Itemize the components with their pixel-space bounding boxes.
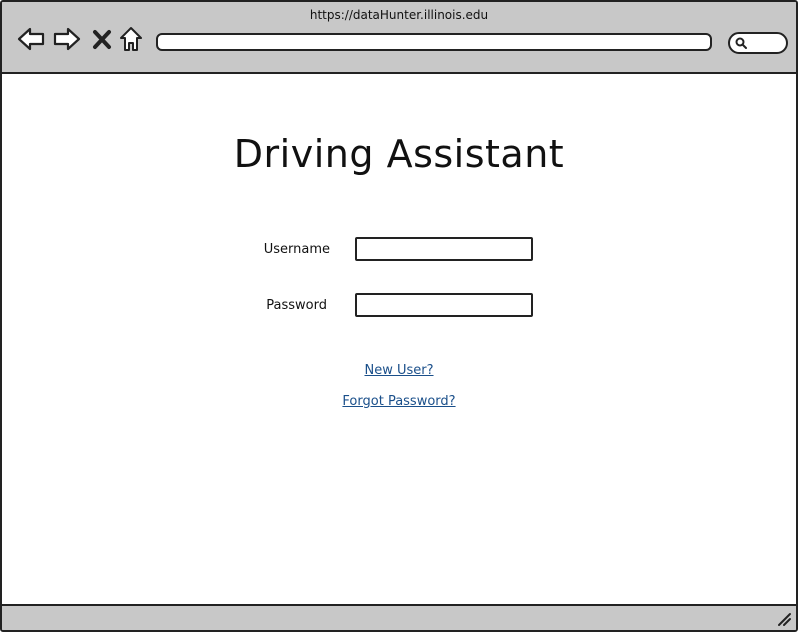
url-title: https://dataHunter.illinois.edu bbox=[309, 8, 489, 22]
search-icon bbox=[735, 37, 747, 49]
password-label: Password bbox=[266, 298, 327, 313]
home-icon[interactable] bbox=[118, 24, 144, 54]
close-icon[interactable] bbox=[90, 24, 114, 54]
forward-arrow-icon[interactable] bbox=[52, 24, 82, 54]
back-arrow-icon[interactable] bbox=[16, 24, 46, 54]
new-user-link[interactable]: New User? bbox=[2, 363, 796, 378]
resize-grip-icon[interactable] bbox=[776, 611, 792, 627]
page-title: Driving Assistant bbox=[233, 132, 565, 176]
forgot-password-link[interactable]: Forgot Password? bbox=[2, 394, 796, 409]
address-bar[interactable] bbox=[156, 33, 712, 51]
username-field[interactable] bbox=[355, 237, 533, 261]
browser-window: https://dataHunter.illinois.edu Driving … bbox=[0, 0, 798, 632]
browser-toolbar: https://dataHunter.illinois.edu bbox=[2, 2, 796, 74]
username-label: Username bbox=[263, 242, 330, 257]
status-bar bbox=[2, 604, 796, 630]
page-content: Driving Assistant Username Password New … bbox=[2, 74, 796, 606]
password-field[interactable] bbox=[355, 293, 533, 317]
search-box[interactable] bbox=[728, 32, 788, 54]
